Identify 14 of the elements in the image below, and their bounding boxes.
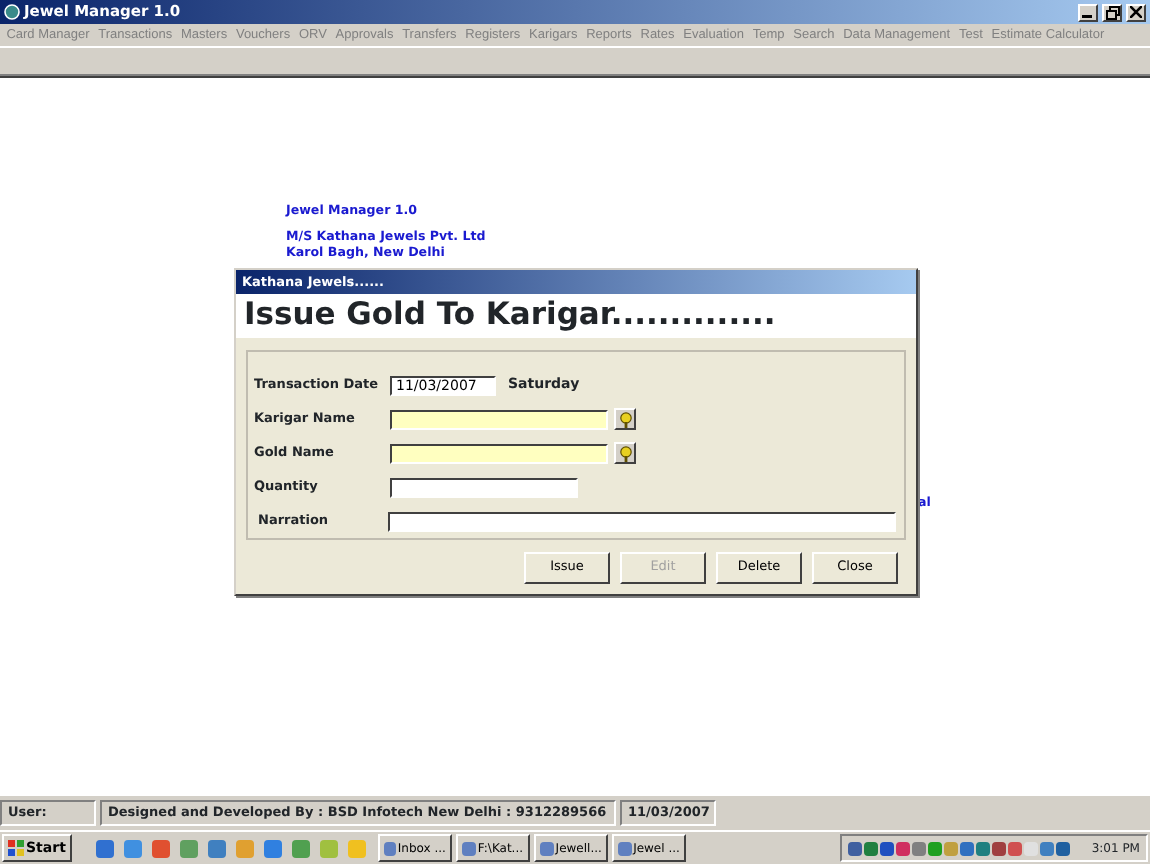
input-field[interactable]	[388, 511, 896, 531]
lookup-button[interactable]	[614, 442, 636, 464]
lookup-button[interactable]	[614, 408, 636, 430]
minimize-button[interactable]	[1078, 3, 1098, 21]
windows-logo-icon	[8, 840, 24, 856]
close-button[interactable]	[1126, 3, 1146, 21]
restore-icon	[1105, 5, 1119, 19]
input-field[interactable]	[390, 477, 578, 497]
restore-button[interactable]	[1102, 3, 1122, 21]
input-field[interactable]	[390, 443, 608, 463]
input-field[interactable]	[390, 409, 608, 429]
close-icon	[1130, 6, 1142, 18]
app-icon	[4, 4, 20, 20]
dialog-heading: Issue Gold To Karigar..............	[236, 294, 916, 338]
